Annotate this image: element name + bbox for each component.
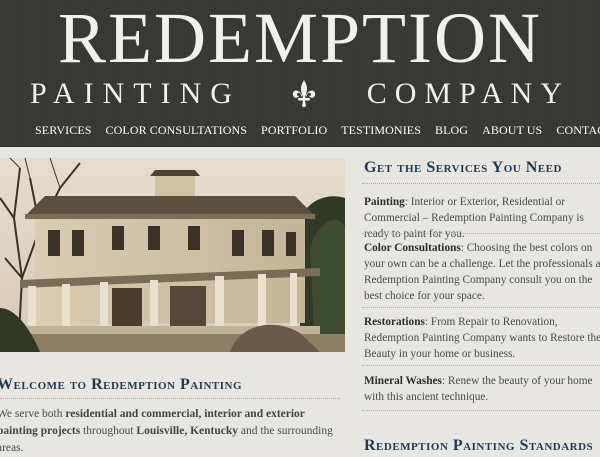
site-header: REDEMPTION PAINTING COMPANY SERVICES COLO… [0,0,600,147]
welcome-text-1: We serve both [0,408,66,420]
service-divider [362,307,600,308]
service-color-consultations: Color Consultations: Choosing the best c… [364,240,600,304]
welcome-paragraph: We serve both residential and commercial… [0,406,342,457]
main-nav: SERVICES COLOR CONSULTATIONS PORTFOLIO TEST… [35,120,600,140]
nav-item-blog[interactable]: BLOG [435,120,468,140]
service-divider [362,233,600,234]
nav-item-portfolio[interactable]: PORTFOLIO [261,120,327,140]
service-name: Restorations [364,316,425,328]
service-painting: Painting: Interior or Exterior, Resident… [364,194,600,242]
services-heading: Get the Services You Need [364,159,562,176]
victorian-house-photo [0,158,345,352]
logo-subtitle[interactable]: PAINTING COMPANY [30,77,570,111]
fleur-de-lis-icon [292,80,315,108]
logo-word-company: COMPANY [366,77,570,110]
nav-item-services[interactable]: SERVICES [35,120,92,140]
hero-image [0,158,345,352]
logo-word-painting: PAINTING [30,77,241,110]
service-mineral-washes: Mineral Washes: Renew the beauty of your… [364,373,600,405]
service-name: Painting [364,196,405,208]
welcome-divider [0,398,340,399]
nav-item-about-us[interactable]: ABOUT US [482,120,542,140]
standards-heading: Redemption Painting Standards [364,437,594,454]
nav-item-contact[interactable]: CONTACT [556,120,600,140]
service-name: Mineral Washes [364,375,442,387]
service-divider [362,365,600,366]
welcome-text-2: throughout [80,425,137,437]
nav-item-testimonies[interactable]: TESTIMONIES [341,120,421,140]
services-divider [362,183,600,184]
logo-title[interactable]: REDEMPTION [0,0,600,78]
welcome-heading: Welcome to Redemption Painting [0,376,243,393]
service-name: Color Consultations [364,242,461,254]
service-divider [362,410,600,411]
nav-item-color-consultations[interactable]: COLOR CONSULTATIONS [106,120,248,140]
service-restorations: Restorations: From Repair to Renovation,… [364,314,600,362]
welcome-bold-location: Louisville, Kentucky [136,425,239,437]
